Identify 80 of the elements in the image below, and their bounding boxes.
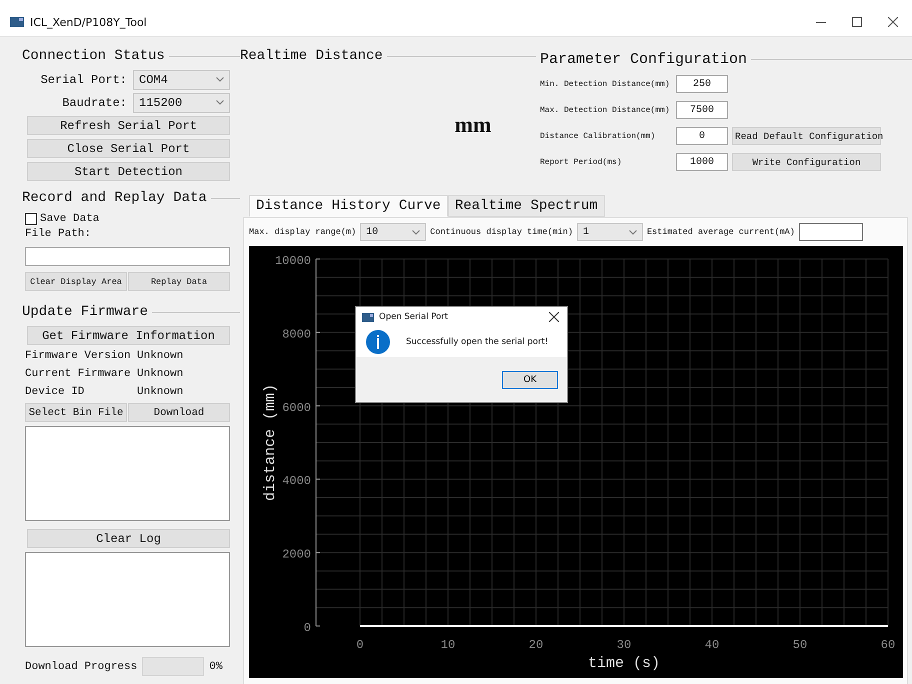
x-tick-label: 40 bbox=[704, 638, 720, 652]
control-label: Max. display range(m) bbox=[249, 227, 356, 237]
y-tick-label: 8000 bbox=[282, 327, 311, 342]
x-tick-label: 50 bbox=[792, 638, 808, 652]
x-axis-title: time (s) bbox=[588, 655, 660, 672]
chevron-icon bbox=[216, 100, 224, 105]
dropdown[interactable]: 1 bbox=[576, 223, 643, 241]
y-axis-title: distance (mm) bbox=[262, 384, 279, 502]
group-title: Parameter Configuration bbox=[540, 50, 748, 68]
parameter-field[interactable]: 0 bbox=[676, 127, 728, 145]
progress-reading: 0% bbox=[209, 660, 222, 672]
ok-button[interactable]: OK bbox=[502, 370, 558, 388]
parameter-label: Distance Calibration(mm) bbox=[540, 132, 656, 140]
x-tick-label: 10 bbox=[440, 638, 456, 652]
x-tick-label: 0 bbox=[356, 638, 364, 652]
push-button[interactable]: Refresh Serial Port bbox=[27, 116, 230, 135]
tab[interactable]: Distance History Curve bbox=[249, 195, 448, 217]
y-tick-label: 10000 bbox=[274, 254, 311, 268]
chevron-icon bbox=[412, 230, 420, 234]
info-value: Unknown bbox=[137, 368, 184, 380]
y-tick-label: 6000 bbox=[282, 400, 311, 415]
control-label: Continuous display time(min) bbox=[430, 227, 573, 237]
push-button[interactable]: Get Firmware Information bbox=[27, 326, 230, 345]
group-title: Realtime Distance bbox=[240, 48, 383, 64]
group-title: Update Firmware bbox=[22, 304, 148, 320]
checkbox-label: Save Data bbox=[40, 213, 100, 225]
y-tick-label: 4000 bbox=[282, 474, 311, 488]
app-icon bbox=[362, 312, 374, 322]
text-area[interactable] bbox=[25, 426, 230, 521]
app-icon bbox=[10, 17, 24, 27]
push-button[interactable]: Start Detection bbox=[27, 162, 230, 181]
push-button[interactable]: Write Configuration bbox=[732, 153, 881, 171]
checkbox[interactable] bbox=[25, 213, 37, 225]
tab[interactable]: Realtime Spectrum bbox=[448, 195, 605, 217]
close-icon[interactable] bbox=[888, 17, 898, 27]
dropdown[interactable]: 115200 bbox=[133, 92, 230, 112]
dropdown[interactable]: 10 bbox=[360, 223, 426, 241]
dialog-message: Successfully open the serial port! bbox=[406, 337, 548, 347]
parameter-label: Max. Detection Distance(mm) bbox=[540, 106, 671, 114]
x-tick-label: 30 bbox=[616, 638, 632, 652]
group-title: Record and Replay Data bbox=[22, 190, 207, 206]
x-tick-label: 60 bbox=[880, 638, 896, 652]
parameter-field[interactable]: 1000 bbox=[676, 153, 728, 171]
chevron-icon bbox=[628, 230, 637, 234]
window-title: ICL_XenD/P108Y_Tool bbox=[30, 16, 147, 28]
field-label: Serial Port: bbox=[40, 72, 128, 86]
control-label: Estimated average current(mA) bbox=[646, 227, 795, 237]
clear-log-button[interactable]: Clear Log bbox=[27, 529, 230, 548]
push-button[interactable]: Replay Data bbox=[128, 272, 230, 291]
push-button[interactable]: Close Serial Port bbox=[27, 139, 230, 158]
parameter-field[interactable]: 7500 bbox=[676, 101, 728, 119]
close-icon[interactable] bbox=[549, 312, 559, 322]
info-label: Current Firmware bbox=[25, 368, 132, 380]
chevron-icon bbox=[216, 77, 224, 82]
maximize-icon[interactable] bbox=[852, 17, 862, 27]
y-tick-label: 2000 bbox=[282, 548, 311, 562]
group-title: Connection Status bbox=[22, 48, 165, 64]
field-label: File Path: bbox=[25, 228, 92, 242]
push-button[interactable]: Download bbox=[128, 403, 230, 422]
progress-label: Download Progress bbox=[25, 660, 138, 672]
push-button[interactable]: Read Default Configuration bbox=[732, 127, 881, 145]
dialog-title: Open Serial Port bbox=[379, 312, 448, 322]
info-value: Unknown bbox=[137, 386, 184, 398]
distance-unit: mm bbox=[454, 112, 492, 138]
push-button[interactable]: Clear Display Area bbox=[25, 272, 127, 291]
log-area[interactable] bbox=[25, 552, 230, 647]
parameter-field[interactable]: 250 bbox=[676, 75, 728, 93]
parameter-label: Report Period(ms) bbox=[540, 158, 623, 166]
field-label: Baudrate: bbox=[61, 96, 128, 110]
current-field[interactable] bbox=[798, 223, 863, 241]
info-label: Device ID bbox=[25, 386, 86, 398]
dropdown[interactable]: COM4 bbox=[133, 70, 230, 90]
info-icon bbox=[366, 330, 390, 354]
info-label: Firmware Version bbox=[25, 350, 132, 362]
file-path-field[interactable] bbox=[25, 247, 230, 266]
x-tick-label: 20 bbox=[528, 638, 544, 652]
parameter-label: Min. Detection Distance(mm) bbox=[540, 80, 671, 88]
push-button[interactable]: Select Bin File bbox=[25, 403, 127, 422]
y-tick-label: 0 bbox=[304, 621, 311, 635]
info-value: Unknown bbox=[137, 350, 184, 362]
